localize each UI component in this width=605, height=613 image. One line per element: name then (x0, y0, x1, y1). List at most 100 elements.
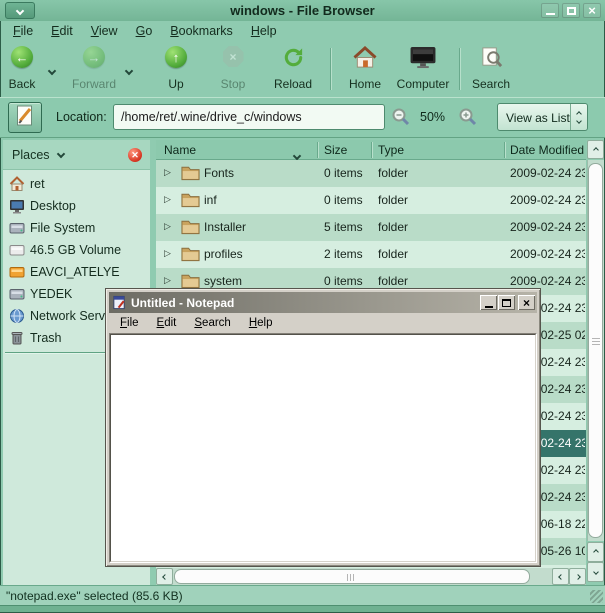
forward-icon: → (83, 46, 105, 68)
expand-triangle-icon[interactable]: ▷ (164, 221, 171, 232)
chevron-down-icon (48, 67, 56, 75)
back-button[interactable]: ← Back (0, 45, 44, 93)
forward-history-dropdown[interactable] (126, 61, 132, 79)
menu-item-view[interactable]: View (88, 23, 121, 39)
expand-triangle-icon[interactable]: ▷ (164, 275, 171, 286)
back-history-dropdown[interactable] (49, 61, 55, 79)
menu-item-edit[interactable]: Edit (48, 23, 76, 39)
scroll-up-button-secondary[interactable] (587, 542, 604, 562)
column-divider[interactable] (317, 142, 319, 158)
menu-item-go[interactable]: Go (133, 23, 156, 39)
scrollbar-thumb[interactable] (588, 163, 603, 538)
file-name: profiles (204, 247, 243, 261)
close-button[interactable]: × (583, 3, 601, 18)
zoom-level: 50% (420, 110, 445, 124)
notepad-menu-item-edit[interactable]: Edit (152, 317, 182, 329)
notepad-menu-item-file[interactable]: File (115, 317, 144, 329)
file-date: 2009-02-24 23:2 (510, 193, 585, 207)
toolbar-separator (459, 48, 461, 90)
computer-button[interactable]: Computer (393, 45, 453, 93)
file-type: folder (378, 247, 408, 261)
table-row[interactable]: ▷Fonts0 itemsfolder2009-02-24 23:2 (156, 160, 586, 187)
file-name: Installer (204, 220, 246, 234)
minimize-button[interactable] (541, 3, 559, 18)
table-row[interactable]: ▷ profiles 2 items folder 2009-02-24 23:2 (156, 241, 586, 268)
edit-location-button[interactable] (8, 102, 42, 133)
scroll-left-button[interactable] (156, 568, 173, 585)
scrollbar-thumb[interactable] (174, 569, 530, 584)
sidebar-item-46-5-gb-volume[interactable]: 46.5 GB Volume (3, 239, 150, 261)
column-divider[interactable] (371, 142, 373, 158)
column-header-size[interactable]: Size (324, 143, 347, 157)
folder-icon (180, 245, 201, 265)
table-row[interactable]: ▷Installer5 itemsfolder2009-02-24 23:2 (156, 214, 586, 241)
combo-steppers (570, 104, 587, 130)
location-input[interactable] (113, 104, 385, 130)
window-bottom-edge (0, 605, 605, 613)
file-date: 2009-02-24 23:2 (510, 247, 585, 261)
scroll-up-button[interactable] (587, 140, 604, 159)
zoom-in-icon[interactable] (458, 107, 478, 132)
view-mode-select[interactable]: View as List (497, 103, 588, 131)
scroll-right-button[interactable] (569, 568, 586, 585)
horizontal-scrollbar[interactable] (156, 568, 586, 585)
location-label: Location: (56, 110, 107, 124)
search-icon (480, 46, 503, 74)
up-icon: ↑ (165, 46, 187, 68)
notepad-minimize-button[interactable] (480, 295, 497, 310)
notepad-menu-item-help[interactable]: Help (244, 317, 278, 329)
column-header-type[interactable]: Type (378, 143, 404, 157)
places-title: Places (12, 148, 50, 162)
notepad-maximize-button[interactable] (498, 295, 515, 310)
notepad-window[interactable]: Untitled - Notepad × File Edit Search Help (105, 288, 541, 567)
close-icon: × (523, 297, 530, 309)
home-button[interactable]: Home (343, 45, 387, 93)
menu-item-file[interactable]: File (10, 23, 36, 39)
notepad-close-button[interactable]: × (518, 295, 535, 310)
zoom-out-icon[interactable] (391, 107, 411, 132)
notepad-menu-item-search[interactable]: Search (189, 317, 235, 329)
chevron-down-icon (57, 150, 65, 158)
minimize-icon (546, 13, 555, 15)
resize-grip[interactable] (590, 590, 603, 603)
scroll-down-button[interactable] (587, 562, 604, 582)
sidebar-item-desktop[interactable]: Desktop (3, 195, 150, 217)
up-button[interactable]: ↑ Up (158, 45, 194, 93)
sidebar-item-eavci-atelye[interactable]: EAVCI_ATELYE (3, 261, 150, 283)
network-icon (9, 308, 25, 324)
column-divider[interactable] (504, 142, 506, 158)
stop-button[interactable]: × Stop (213, 45, 253, 93)
column-header-name[interactable]: Name (164, 143, 196, 157)
expand-triangle-icon[interactable]: ▷ (164, 194, 171, 205)
chevron-right-icon (575, 574, 581, 580)
sidebar-item-ret[interactable]: ret (3, 173, 150, 195)
close-icon: × (588, 4, 596, 17)
expand-triangle-icon[interactable]: ▷ (164, 167, 171, 178)
scroll-left-button-secondary[interactable] (552, 568, 569, 585)
file-size: 0 items (324, 274, 370, 288)
maximize-button[interactable] (562, 3, 580, 18)
column-header-date[interactable]: Date Modified (510, 143, 584, 157)
back-icon: ← (11, 46, 33, 68)
notepad-titlebar[interactable]: Untitled - Notepad × (109, 292, 537, 313)
expand-triangle-icon[interactable]: ▷ (164, 248, 171, 259)
table-row[interactable]: ▷inf0 itemsfolder2009-02-24 23:2 (156, 187, 586, 214)
list-header: Name Size Type Date Modified (156, 140, 586, 160)
sidebar-item-label: 46.5 GB Volume (30, 243, 121, 257)
file-name: inf (204, 193, 217, 207)
search-button[interactable]: Search (469, 45, 513, 93)
sidebar-item-file-system[interactable]: File System (3, 217, 150, 239)
menu-item-bookmarks[interactable]: Bookmarks (167, 23, 236, 39)
file-size: 2 items (324, 247, 370, 261)
menu-item-help[interactable]: Help (248, 23, 280, 39)
file-type: folder (378, 166, 408, 180)
places-header[interactable]: Places ✕ (3, 140, 150, 170)
thumb-grip (592, 338, 600, 347)
sidebar-item-label: Trash (30, 331, 62, 345)
reload-button[interactable]: Reload (269, 45, 317, 93)
folder-icon (180, 191, 201, 211)
toolbar: ← Back → Forward ↑ Up × Stop Reload Home… (0, 41, 605, 97)
vertical-scrollbar (587, 140, 604, 585)
close-sidebar-button[interactable]: ✕ (128, 148, 142, 162)
forward-button[interactable]: → Forward (70, 45, 118, 93)
